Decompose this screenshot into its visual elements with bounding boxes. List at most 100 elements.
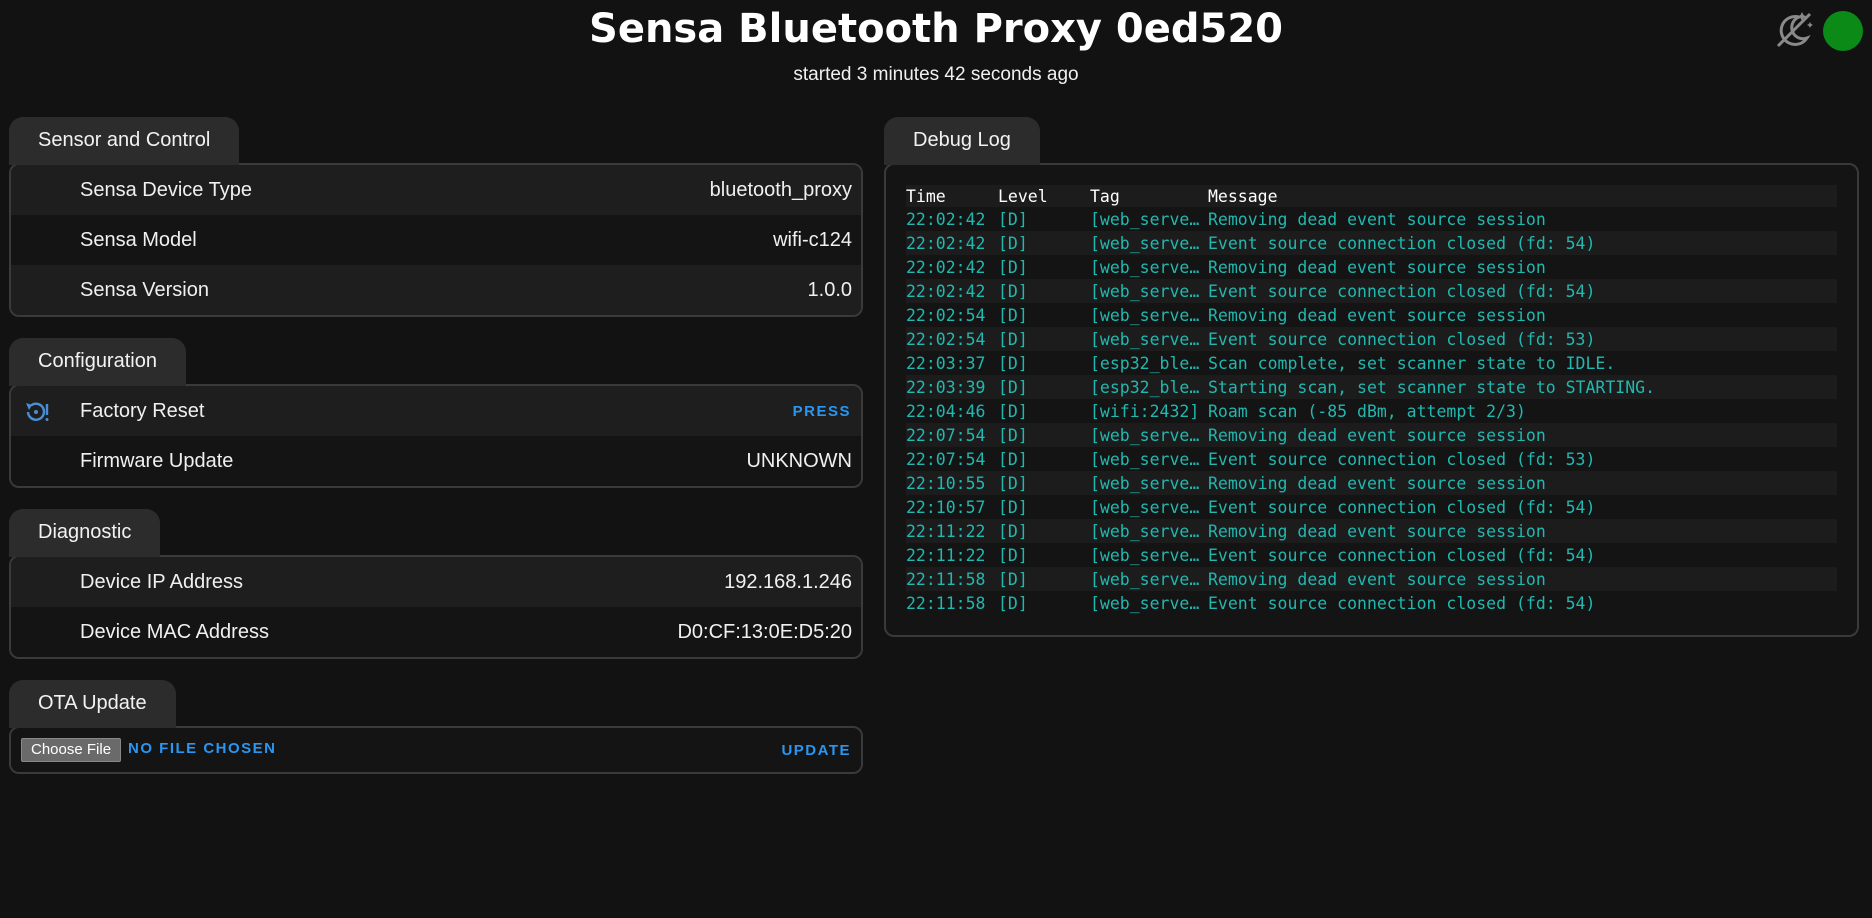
theme-toggle-icon[interactable]: [1772, 8, 1816, 52]
log-time: 22:11:22: [906, 545, 986, 565]
log-message: Removing dead event source session: [1208, 471, 1837, 495]
factory-reset-label: Factory Reset: [80, 399, 205, 422]
log-tag: [web_server…: [1090, 231, 1208, 255]
log-level: [D]: [998, 257, 1028, 277]
log-entry-row: 22:07:54 [D] [web_server… Removing dead eve…: [906, 423, 1837, 447]
log-level: [D]: [998, 497, 1028, 517]
log-message: Scan complete, set scanner state to IDLE…: [1208, 353, 1616, 373]
log-message: Event source connection closed (fd: 53): [1208, 449, 1596, 469]
page-title: Sensa Bluetooth Proxy 0ed520: [589, 6, 1283, 52]
log-time: 22:11:58: [906, 593, 986, 613]
log-time: 22:02:42: [906, 279, 998, 303]
debug-log-panel: Time Level Tag Message 22:02:42 [D] [web_s…: [884, 163, 1859, 637]
log-entry-row: 22:03:37 [D] [esp32_ble_… Scan complete, se…: [906, 351, 1837, 375]
log-tag: [web_server…: [1090, 471, 1208, 495]
log-time: 22:07:54: [906, 449, 986, 469]
log-time: 22:03:39: [906, 375, 998, 399]
log-level: [D]: [998, 519, 1090, 543]
log-message: Event source connection closed (fd: 54): [1208, 279, 1837, 303]
log-message: Event source connection closed (fd: 54): [1208, 231, 1837, 255]
sensor-control-section: Sensor and Control Sensa Device Type blu…: [9, 117, 863, 317]
sensor-label: Sensa Model: [80, 228, 197, 251]
diagnostic-value: 192.168.1.246: [724, 570, 852, 593]
log-message: Removing dead event source session: [1208, 209, 1546, 229]
uptime-text: started 3 minutes 42 seconds ago: [793, 64, 1079, 85]
tab-debug-log: Debug Log: [884, 117, 1040, 165]
log-time: 22:11:22: [906, 519, 998, 543]
log-tag: [esp32_ble_…: [1090, 375, 1208, 399]
diagnostic-label: Device MAC Address: [80, 620, 269, 643]
log-entry-row: 22:02:54 [D] [web_server… Removing dead eve…: [906, 303, 1837, 327]
log-entry-row: 22:10:55 [D] [web_server… Removing dead eve…: [906, 471, 1837, 495]
log-entry-row: 22:02:42 [D] [web_server… Event source conn…: [906, 231, 1837, 255]
log-time: 22:04:46: [906, 401, 986, 421]
tab-ota-update: OTA Update: [9, 680, 176, 728]
log-level: [D]: [998, 449, 1028, 469]
log-level: [D]: [998, 375, 1090, 399]
diagnostic-row-mac: Device MAC Address D0:CF:13:0E:D5:20: [11, 607, 861, 657]
log-level: [D]: [998, 327, 1090, 351]
diagnostic-section: Diagnostic Device IP Address 192.168.1.2…: [9, 509, 863, 659]
log-entry-row: 22:02:42 [D] [web_server… Removing dead eve…: [906, 255, 1837, 279]
log-header-level: Level: [998, 185, 1090, 207]
log-level: [D]: [998, 401, 1028, 421]
ota-update-panel: Choose File NO FILE CHOSEN UPDATE: [9, 726, 863, 774]
log-time: 22:03:37: [906, 353, 986, 373]
log-level: [D]: [998, 279, 1090, 303]
log-level: [D]: [998, 423, 1090, 447]
sensor-row-version: Sensa Version 1.0.0: [11, 265, 861, 315]
log-tag: [web_server…: [1090, 593, 1208, 613]
log-tag: [web_server…: [1090, 279, 1208, 303]
ota-update-button[interactable]: UPDATE: [781, 742, 851, 759]
sensor-value: wifi-c124: [773, 228, 852, 251]
diagnostic-value: D0:CF:13:0E:D5:20: [677, 620, 852, 643]
log-header-row: Time Level Tag Message: [906, 185, 1837, 207]
sensor-control-panel: Sensa Device Type bluetooth_proxy Sensa …: [9, 163, 863, 317]
log-tag: [web_server…: [1090, 257, 1208, 277]
connection-status-indicator: [1823, 11, 1863, 51]
log-tag: [web_server…: [1090, 209, 1208, 229]
log-body: 22:02:42 [D] [web_server… Removing dead eve…: [906, 207, 1837, 615]
log-message: Removing dead event source session: [1208, 305, 1546, 325]
log-level: [D]: [998, 593, 1028, 613]
log-message: Removing dead event source session: [1208, 567, 1837, 591]
ota-update-section: OTA Update Choose File NO FILE CHOSEN UP…: [9, 680, 863, 774]
log-tag: [esp32_ble_…: [1090, 353, 1208, 373]
diagnostic-row-ip: Device IP Address 192.168.1.246: [11, 557, 861, 607]
configuration-section: Configuration Factory Reset PRESS Firmwa…: [9, 338, 863, 488]
firmware-update-row: Firmware Update UNKNOWN: [11, 436, 861, 486]
log-entry-row: 22:11:22 [D] [web_server… Removing dead eve…: [906, 519, 1837, 543]
firmware-update-label: Firmware Update: [80, 449, 234, 472]
log-time: 22:02:42: [906, 257, 986, 277]
log-entry-row: 22:04:46 [D] [wifi:2432] Roam scan (-85 dBm…: [906, 399, 1837, 423]
factory-reset-press-button[interactable]: PRESS: [793, 403, 851, 420]
log-entry-row: 22:07:54 [D] [web_server… Event source conn…: [906, 447, 1837, 471]
log-entry-row: 22:03:39 [D] [esp32_ble_… Starting scan, se…: [906, 375, 1837, 399]
firmware-update-value: UNKNOWN: [746, 449, 852, 472]
log-entry-row: 22:11:58 [D] [web_server… Event source conn…: [906, 591, 1837, 615]
log-header-tag: Tag: [1090, 185, 1208, 207]
log-time: 22:10:57: [906, 497, 986, 517]
sensor-label: Sensa Device Type: [80, 178, 252, 201]
factory-reset-row: Factory Reset PRESS: [11, 386, 861, 436]
no-file-chosen-text: NO FILE CHOSEN: [128, 740, 277, 757]
sensor-label: Sensa Version: [80, 278, 209, 301]
log-message: Removing dead event source session: [1208, 257, 1546, 277]
log-tag: [web_server…: [1090, 497, 1208, 517]
log-level: [D]: [998, 353, 1028, 373]
log-entry-row: 22:02:54 [D] [web_server… Event source conn…: [906, 327, 1837, 351]
tab-configuration: Configuration: [9, 338, 186, 386]
log-time: 22:02:54: [906, 327, 998, 351]
ota-form: Choose File NO FILE CHOSEN UPDATE: [11, 728, 861, 772]
debug-log-section: Debug Log Time Level Tag Message 22:02:4…: [884, 117, 1859, 637]
log-tag: [wifi:2432]: [1090, 401, 1200, 421]
choose-file-button[interactable]: Choose File: [21, 738, 122, 762]
diagnostic-label: Device IP Address: [80, 570, 244, 593]
log-message: Event source connection closed (fd: 54): [1208, 545, 1596, 565]
log-entry-row: 22:11:22 [D] [web_server… Event source conn…: [906, 543, 1837, 567]
log-level: [D]: [998, 305, 1028, 325]
log-entry-row: 22:10:57 [D] [web_server… Event source conn…: [906, 495, 1837, 519]
sensor-row-model: Sensa Model wifi-c124: [11, 215, 861, 265]
log-tag: [web_server…: [1090, 545, 1208, 565]
log-level: [D]: [998, 209, 1028, 229]
